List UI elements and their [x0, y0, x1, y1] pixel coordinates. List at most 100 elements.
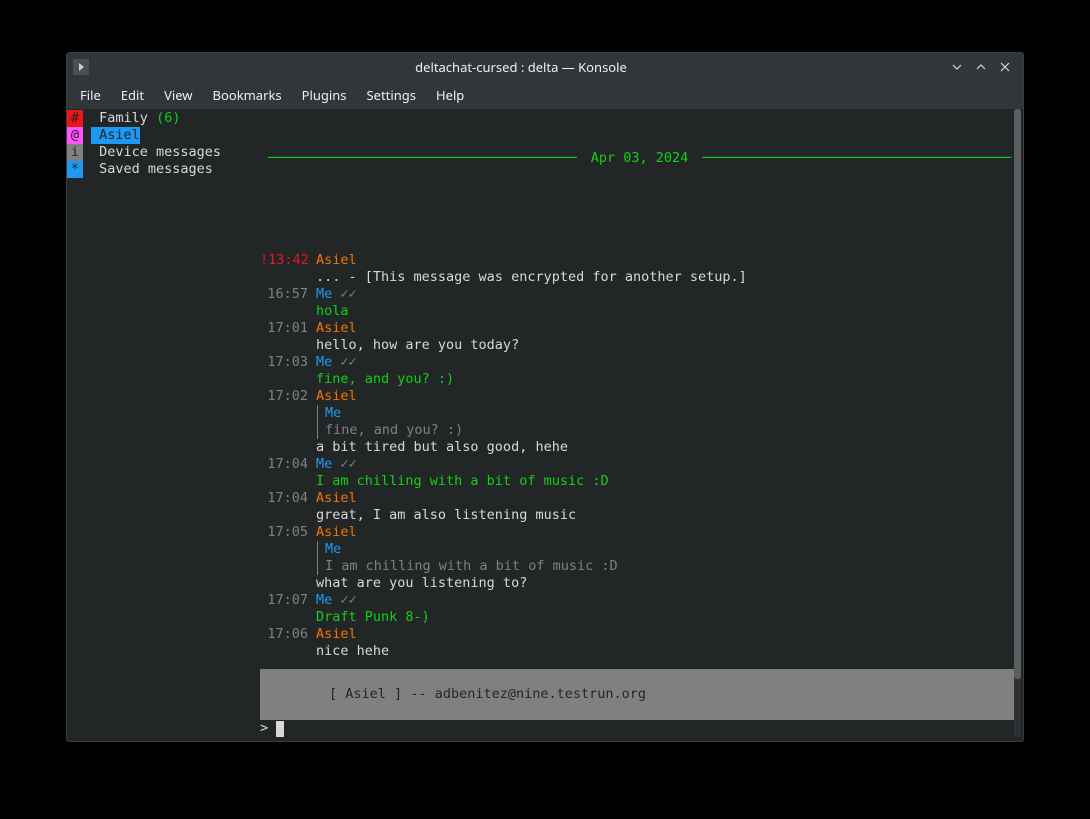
menu-settings[interactable]: Settings: [358, 83, 425, 108]
message-header: 17:04 Me ✓✓: [260, 456, 1019, 473]
message-body: I am chilling with a bit of music :D: [316, 473, 609, 490]
message-body: hola: [316, 303, 349, 320]
message-time: 17:03: [260, 354, 308, 371]
scrollbar-thumb[interactable]: [1014, 109, 1021, 679]
chat-list: # Family (6)@ Asieli Device messages* Sa…: [67, 109, 252, 737]
close-button[interactable]: [993, 61, 1017, 73]
message-sender: Me: [316, 456, 332, 473]
message-header: 16:57 Me ✓✓: [260, 286, 1019, 303]
titlebar[interactable]: deltachat-cursed : delta — Konsole: [67, 53, 1023, 81]
chat-list-item[interactable]: @ Asiel: [67, 127, 252, 144]
chat-name: Asiel: [91, 127, 140, 144]
menu-help[interactable]: Help: [427, 83, 473, 108]
message-time: 17:04: [260, 490, 308, 507]
menu-file[interactable]: File: [71, 83, 110, 108]
read-receipt-icon: ✓✓: [332, 456, 356, 473]
read-receipt-icon: ✓✓: [332, 354, 356, 371]
konsole-window: deltachat-cursed : delta — Konsole File …: [67, 53, 1023, 741]
message-body-row: Draft Punk 8-): [260, 609, 1019, 626]
quoted-sender: Me: [325, 541, 341, 557]
chat-list-item[interactable]: i Device messages: [67, 144, 252, 161]
menu-bookmarks[interactable]: Bookmarks: [204, 83, 291, 108]
read-receipt-icon: ✓✓: [332, 286, 356, 303]
message-time: 17:01: [260, 320, 308, 337]
message-header: 17:07 Me ✓✓: [260, 592, 1019, 609]
message-sender: Asiel: [316, 490, 357, 507]
message-sender: Asiel: [316, 252, 357, 269]
menu-edit[interactable]: Edit: [112, 83, 153, 108]
message-header: 17:02 Asiel: [260, 388, 1019, 405]
message-body: what are you listening to?: [316, 575, 527, 592]
scrollbar-track[interactable]: [1014, 109, 1021, 737]
quote-line: fine, and you? :): [260, 422, 1019, 439]
quoted-text: fine, and you? :): [317, 422, 463, 439]
input-line[interactable]: >: [260, 720, 1019, 737]
chat-view: ────────────────────────────────────── A…: [260, 109, 1019, 737]
date-separator: ────────────────────────────────────── A…: [260, 150, 1019, 167]
menu-view[interactable]: View: [155, 83, 201, 108]
message-sender: Asiel: [316, 524, 357, 541]
message-body-row: a bit tired but also good, hehe: [260, 439, 1019, 456]
message-time: !13:42: [260, 252, 308, 269]
chat-type-badge: #: [67, 110, 83, 127]
separator-line: ──────────────────────────────────────: [696, 150, 1017, 167]
terminal-icon: [73, 59, 89, 75]
separator-line: ──────────────────────────────────────: [262, 150, 583, 167]
message-body: Draft Punk 8-): [316, 609, 430, 626]
quote-line: I am chilling with a bit of music :D: [260, 558, 1019, 575]
chat-list-item[interactable]: # Family (6): [67, 110, 252, 127]
message-sender: Asiel: [316, 320, 357, 337]
chat-name: Family: [91, 110, 148, 127]
message-header: 17:04 Asiel: [260, 490, 1019, 507]
quoted-text: I am chilling with a bit of music :D: [317, 558, 618, 575]
message-sender: Me: [316, 354, 332, 371]
message-time: 17:02: [260, 388, 308, 405]
chat-type-badge: i: [67, 144, 83, 161]
message-sender: Me: [316, 286, 332, 303]
message-body-row: nice hehe: [260, 643, 1019, 660]
minimize-button[interactable]: [945, 61, 969, 73]
message-log[interactable]: ────────────────────────────────────── A…: [260, 109, 1019, 669]
message-body-row: what are you listening to?: [260, 575, 1019, 592]
unread-count: (6): [156, 110, 180, 127]
message-body-row: hola: [260, 303, 1019, 320]
message-body: fine, and you? :): [316, 371, 454, 388]
message-sender: Asiel: [316, 388, 357, 405]
message-header: 17:05Asiel: [260, 524, 1019, 541]
chat-name: Device messages: [91, 144, 221, 161]
message-body-row: great, I am also listening music: [260, 507, 1019, 524]
message-time: 17:04: [260, 456, 308, 473]
chat-type-badge: @: [67, 127, 83, 144]
menu-plugins[interactable]: Plugins: [293, 83, 356, 108]
message-body: nice hehe: [316, 643, 389, 660]
menubar: File Edit View Bookmarks Plugins Setting…: [67, 81, 1023, 109]
message-header: !13:42 Asiel: [260, 252, 1019, 269]
message-body: ... - [This message was encrypted for an…: [316, 269, 747, 286]
message-header: 17:06 Asiel: [260, 626, 1019, 643]
message-body-row: fine, and you? :): [260, 371, 1019, 388]
quote-line: Me: [260, 541, 1019, 558]
prompt: >: [260, 720, 276, 737]
quoted-sender: Me: [325, 405, 341, 421]
status-text: [ Asiel ] -- adbenitez@nine.testrun.org: [329, 686, 646, 702]
message-time: 16:57: [260, 286, 308, 303]
read-receipt-icon: ✓✓: [332, 592, 356, 609]
quote-line: Me: [260, 405, 1019, 422]
chat-status-bar: [ Asiel ] -- adbenitez@nine.testrun.org: [260, 669, 1019, 720]
message-body-row: ... - [This message was encrypted for an…: [260, 269, 1019, 286]
chat-type-badge: *: [67, 161, 83, 178]
message-sender: Me: [316, 592, 332, 609]
date-label: Apr 03, 2024: [591, 150, 689, 167]
message-sender: Asiel: [316, 626, 357, 643]
chat-list-item[interactable]: * Saved messages: [67, 161, 252, 178]
message-time: 17:06: [260, 626, 308, 643]
message-body: hello, how are you today?: [316, 337, 519, 354]
cursor: [276, 721, 284, 737]
message-time: 17:07: [260, 592, 308, 609]
maximize-button[interactable]: [969, 61, 993, 73]
message-body-row: hello, how are you today?: [260, 337, 1019, 354]
message-header: 17:03 Me ✓✓: [260, 354, 1019, 371]
message-header: 17:01 Asiel: [260, 320, 1019, 337]
terminal-area[interactable]: # Family (6)@ Asieli Device messages* Sa…: [67, 109, 1019, 737]
message-body: great, I am also listening music: [316, 507, 576, 524]
